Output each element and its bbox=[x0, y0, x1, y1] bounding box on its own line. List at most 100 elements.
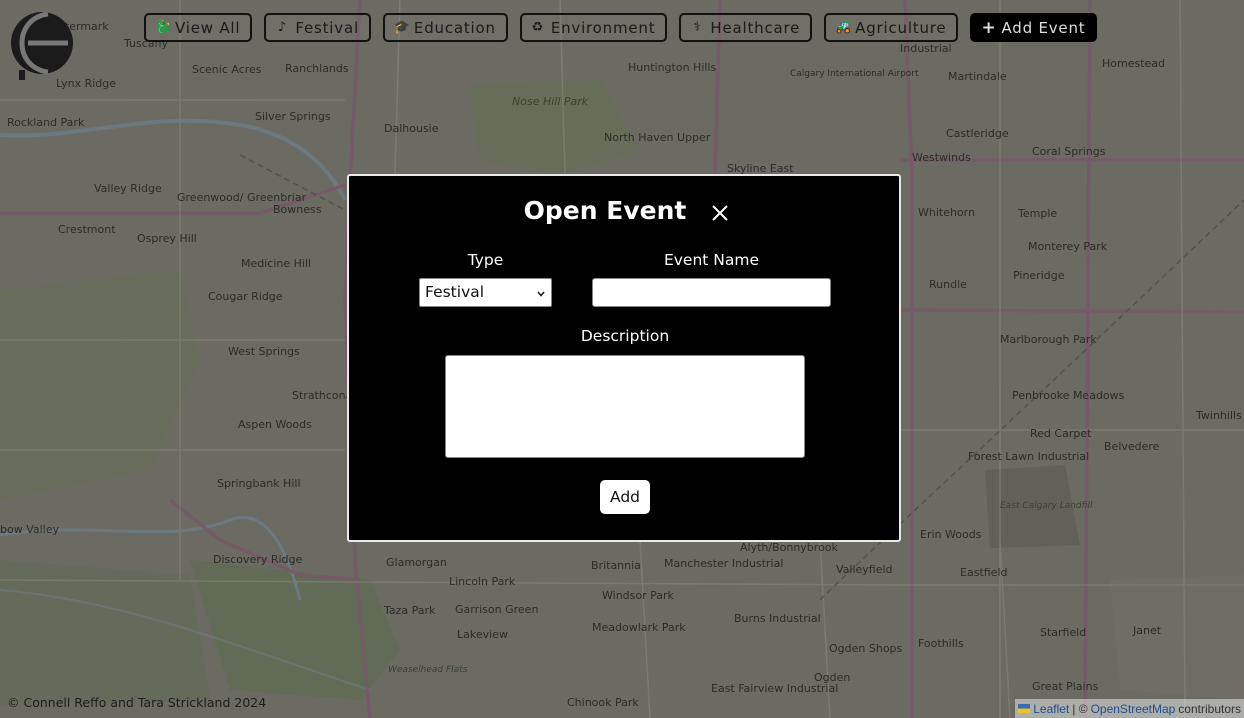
event-name-input[interactable] bbox=[592, 278, 831, 307]
map-label: Twinhills bbox=[1195, 409, 1242, 422]
dialog-title-text: Open Event bbox=[523, 196, 687, 225]
map-label: Marlborough Park bbox=[1000, 333, 1097, 346]
education-filter-button[interactable]: 🎓 Education bbox=[382, 13, 508, 42]
map-label: East Fairview Industrial bbox=[711, 682, 838, 695]
type-select-value: Festival bbox=[425, 283, 485, 301]
tractor-icon: 🚜 bbox=[835, 20, 853, 35]
map-label: Manchester Industrial bbox=[664, 557, 783, 570]
map-label: Coral Springs bbox=[1032, 145, 1106, 158]
close-icon[interactable] bbox=[711, 204, 729, 222]
map-label: Silver Springs bbox=[255, 110, 331, 123]
map-label: Penbrooke Meadows bbox=[1012, 389, 1125, 402]
map-label: Medicine Hill bbox=[241, 257, 311, 270]
map-label: Huntington Hills bbox=[628, 61, 716, 74]
map-label: Osprey Hill bbox=[137, 232, 197, 245]
map-label: Lakeview bbox=[457, 628, 508, 641]
map-label: Belvedere bbox=[1104, 440, 1160, 453]
map-label: Meadowlark Park bbox=[592, 621, 686, 634]
button-label: Festival bbox=[295, 18, 359, 37]
environment-filter-button[interactable]: ♻ Environment bbox=[519, 13, 668, 42]
map-label: Eastfield bbox=[960, 566, 1007, 579]
map-label: Taza Park bbox=[383, 604, 436, 617]
map-label: Scenic Acres bbox=[192, 63, 262, 76]
button-label: Environment bbox=[550, 18, 656, 37]
attribution-contributors: contributors bbox=[1178, 701, 1241, 716]
map-label: West Springs bbox=[228, 345, 300, 358]
button-label: Education bbox=[413, 18, 496, 37]
map-label: Springbank Hill bbox=[217, 477, 301, 490]
map-label: Britannia bbox=[591, 559, 641, 572]
type-label: Type bbox=[467, 251, 504, 269]
map-label: Temple bbox=[1017, 207, 1057, 220]
add-event-button[interactable]: + Add Event bbox=[970, 13, 1098, 42]
map-label: Garrison Green bbox=[455, 603, 538, 616]
map-label: Martindale bbox=[948, 70, 1007, 83]
map-label: Cougar Ridge bbox=[208, 290, 283, 303]
attribution-separator: | © bbox=[1072, 701, 1088, 716]
dialog-title: Open Event bbox=[349, 196, 899, 225]
map-label: Rundle bbox=[929, 278, 967, 291]
openstreetmap-link[interactable]: OpenStreetMap bbox=[1091, 702, 1176, 716]
healthcare-filter-button[interactable]: ⚕ Healthcare bbox=[679, 13, 813, 42]
map-label: Bowness bbox=[273, 203, 322, 216]
map-label: North Haven Upper bbox=[604, 131, 711, 144]
festival-filter-button[interactable]: ♪ Festival bbox=[264, 13, 371, 42]
description-textarea[interactable] bbox=[445, 355, 805, 458]
map-label: Castleridge bbox=[946, 127, 1009, 140]
button-label: Healthcare bbox=[710, 18, 801, 37]
dragon-icon: 🐉 bbox=[155, 20, 172, 35]
map-label: Starfield bbox=[1040, 626, 1086, 639]
map-label: Ranchlands bbox=[285, 62, 349, 75]
map-label: Erin Woods bbox=[920, 528, 982, 541]
app-logo bbox=[8, 10, 76, 88]
map-label: Forest Lawn Industrial bbox=[968, 450, 1089, 463]
medical-icon: ⚕ bbox=[693, 20, 702, 35]
map-label: Industrial bbox=[900, 42, 952, 55]
plus-icon: + bbox=[981, 17, 997, 38]
map-label: Alyth/Bonnybrook bbox=[740, 541, 839, 554]
description-label: Description bbox=[580, 327, 670, 345]
ukraine-flag-icon bbox=[1018, 704, 1031, 713]
map-label: Nose Hill Park bbox=[512, 95, 589, 108]
map-label: Pineridge bbox=[1013, 269, 1065, 282]
map-label: Lincoln Park bbox=[449, 575, 516, 588]
map-label: Chinook Park bbox=[567, 696, 639, 709]
category-toolbar: 🐉 View All ♪ Festival 🎓 Education ♻ Envi… bbox=[144, 13, 1098, 42]
map-label: Great Plains bbox=[1032, 680, 1099, 693]
map-attribution: Leaflet | © OpenStreetMap contributors bbox=[1015, 699, 1244, 718]
open-event-dialog: Open Event Type Festival Event Name Desc… bbox=[347, 174, 901, 542]
map-label: Westwinds bbox=[912, 151, 971, 164]
map-label: Discovery Ridge bbox=[213, 553, 303, 566]
map-label: Janet bbox=[1132, 624, 1162, 637]
music-note-icon: ♪ bbox=[277, 20, 287, 35]
map-label: Aspen Woods bbox=[238, 418, 312, 431]
button-label: Add Event bbox=[1001, 18, 1086, 37]
chevron-down-icon bbox=[537, 291, 545, 297]
map-label: Windsor Park bbox=[602, 589, 675, 602]
button-label: Agriculture bbox=[855, 18, 947, 37]
map-label: Foothills bbox=[918, 637, 964, 650]
copyright-credit: © Connell Reffo and Tara Strickland 2024 bbox=[7, 695, 267, 710]
map-label: bow Valley bbox=[0, 523, 59, 536]
map-label: East Calgary Landfill bbox=[1000, 501, 1093, 511]
agriculture-filter-button[interactable]: 🚜 Agriculture bbox=[824, 13, 959, 42]
type-select[interactable]: Festival bbox=[419, 278, 552, 307]
map-label: Burns Industrial bbox=[734, 612, 821, 625]
map-label: Crestmont bbox=[58, 223, 116, 236]
leaflet-link[interactable]: Leaflet bbox=[1033, 702, 1069, 716]
event-name-label: Event Name bbox=[663, 251, 760, 269]
view-all-button[interactable]: 🐉 View All bbox=[144, 13, 253, 42]
map-label: Valleyfield bbox=[836, 563, 893, 576]
map-label: Dalhousie bbox=[384, 122, 439, 135]
map-label: Weaselhead Flats bbox=[388, 665, 468, 675]
map-label: Rockland Park bbox=[7, 116, 85, 129]
map-label: Ogden Shops bbox=[829, 642, 903, 655]
map-label: Whitehorn bbox=[918, 206, 975, 219]
map-label: Homestead bbox=[1102, 57, 1165, 70]
recycle-icon: ♻ bbox=[531, 20, 545, 35]
add-button[interactable]: Add bbox=[600, 480, 650, 514]
map-label: Calgary International Airport bbox=[790, 69, 919, 79]
map-label: Red Carpet bbox=[1030, 427, 1092, 440]
graduation-cap-icon: 🎓 bbox=[393, 20, 411, 35]
map-label: Monterey Park bbox=[1028, 240, 1108, 253]
